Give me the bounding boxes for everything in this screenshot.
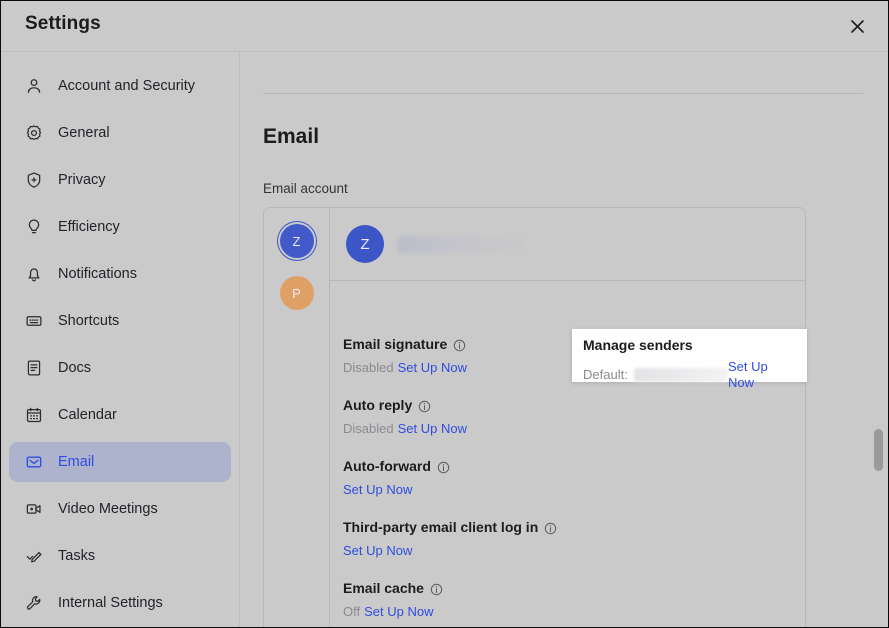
setting-row-auto-forward: Auto-forward Set Up Now (343, 457, 805, 498)
sidebar-item-label: Internal Settings (58, 595, 163, 611)
popup-default-label: Default: (583, 367, 628, 382)
sidebar-item-label: Efficiency (58, 219, 120, 235)
sidebar: Account and Security General Privacy Eff… (1, 52, 240, 627)
video-camera-icon (23, 499, 44, 520)
avatar-initial: Z (360, 235, 370, 253)
sidebar-item-email[interactable]: Email (9, 442, 231, 482)
setting-title: Third-party email client log in (343, 518, 805, 536)
lightbulb-icon (23, 217, 44, 238)
setting-status-row: Set Up Now (343, 481, 805, 498)
sidebar-item-label: Calendar (58, 407, 117, 423)
sidebar-item-label: Docs (58, 360, 92, 376)
setting-title: Auto-forward (343, 457, 805, 475)
content-divider (263, 93, 863, 94)
setting-status: Disabled (343, 421, 394, 436)
setting-title-label: Auto reply (343, 397, 413, 413)
sidebar-item-video-meetings[interactable]: Video Meetings (9, 489, 231, 529)
info-icon[interactable] (453, 338, 466, 351)
setting-setup-link[interactable]: Set Up Now (343, 543, 412, 558)
info-icon[interactable] (430, 582, 443, 595)
section-label-email-account: Email account (263, 181, 348, 196)
sidebar-item-label: Privacy (58, 172, 106, 188)
popup-default-row: Default: Set Up Now (583, 359, 796, 391)
setting-title: Auto reply (343, 396, 805, 414)
sidebar-item-notifications[interactable]: Notifications (9, 254, 231, 294)
settings-window: Settings Account and Security General Pr… (0, 0, 889, 628)
popup-setup-link[interactable]: Set Up Now (728, 359, 796, 391)
sidebar-item-label: Video Meetings (58, 501, 158, 517)
sidebar-item-tasks[interactable]: Tasks (9, 536, 231, 576)
setting-status-row: Set Up Now (343, 542, 805, 559)
avatar-initial: P (292, 285, 301, 301)
sidebar-item-privacy[interactable]: Privacy (9, 160, 231, 200)
wrench-icon (23, 593, 44, 614)
account-avatar-rail: Z P (264, 208, 330, 627)
info-icon[interactable] (437, 460, 450, 473)
account-header-row: Z (330, 208, 805, 281)
sidebar-item-label: Shortcuts (58, 313, 120, 329)
person-icon (23, 76, 44, 97)
content-scrollbar-track[interactable] (874, 52, 883, 627)
setting-status: Disabled (343, 360, 394, 375)
setting-title-label: Email signature (343, 336, 448, 352)
content-scrollbar-thumb[interactable] (874, 429, 883, 471)
avatar[interactable]: Z (279, 224, 314, 258)
bell-icon (23, 264, 44, 285)
setting-setup-link[interactable]: Set Up Now (398, 360, 467, 375)
sidebar-item-general[interactable]: General (9, 113, 231, 153)
setting-status: Off (343, 604, 361, 619)
document-icon (23, 358, 44, 379)
close-button[interactable] (842, 11, 872, 41)
content-page-title: Email (263, 125, 320, 148)
sidebar-item-label: General (58, 125, 110, 141)
info-icon[interactable] (544, 521, 557, 534)
content-panel: Email Email account Z P Z Email signatur… (241, 52, 888, 627)
setting-row-auto-reply: Auto reply Disabled Set Up Now (343, 396, 805, 437)
title-bar: Settings (1, 1, 888, 52)
setting-title-label: Third-party email client log in (343, 519, 539, 535)
envelope-icon (23, 452, 44, 473)
sidebar-item-shortcuts[interactable]: Shortcuts (9, 301, 231, 341)
sidebar-item-label: Notifications (58, 266, 137, 282)
avatar[interactable]: P (279, 276, 314, 310)
sidebar-item-internal-settings[interactable]: Internal Settings (9, 583, 231, 623)
email-account-card: Z P Z Email signature Disabled Set Up No… (263, 207, 806, 627)
account-email-redacted (398, 235, 526, 253)
sidebar-item-label: Email (58, 454, 95, 470)
calendar-icon (23, 405, 44, 426)
setting-status-row: Disabled Set Up Now (343, 420, 805, 437)
sidebar-item-label: Account and Security (58, 78, 196, 94)
info-icon[interactable] (418, 399, 431, 412)
sidebar-item-label: Tasks (58, 548, 96, 564)
setting-status-row: Off Set Up Now (343, 603, 805, 620)
sidebar-item-efficiency[interactable]: Efficiency (9, 207, 231, 247)
setting-row-email-cache: Email cache Off Set Up Now (343, 579, 805, 620)
popup-default-value-redacted (633, 368, 728, 382)
shield-plus-icon (23, 170, 44, 191)
avatar-initial: Z (292, 233, 301, 249)
sidebar-item-docs[interactable]: Docs (9, 348, 231, 388)
setting-setup-link[interactable]: Set Up Now (364, 604, 433, 619)
keyboard-icon (23, 311, 44, 332)
account-body: Z Email signature Disabled Set Up Now Au… (330, 208, 805, 627)
setting-setup-link[interactable]: Set Up Now (398, 421, 467, 436)
gear-icon (23, 123, 44, 144)
manage-senders-popup[interactable]: Manage senders Default: Set Up Now (572, 329, 807, 390)
close-icon (849, 18, 866, 35)
sidebar-item-account-and-security[interactable]: Account and Security (9, 66, 231, 106)
setting-title: Email cache (343, 579, 805, 597)
check-pencil-icon (23, 546, 44, 567)
popup-title: Manage senders (583, 337, 693, 353)
sidebar-item-calendar[interactable]: Calendar (9, 395, 231, 435)
setting-title-label: Auto-forward (343, 458, 431, 474)
avatar[interactable]: Z (346, 225, 384, 263)
setting-title-label: Email cache (343, 580, 424, 596)
setting-row-third-party-email-client-log-in: Third-party email client log in Set Up N… (343, 518, 805, 559)
page-title: Settings (25, 13, 101, 34)
setting-setup-link[interactable]: Set Up Now (343, 482, 412, 497)
